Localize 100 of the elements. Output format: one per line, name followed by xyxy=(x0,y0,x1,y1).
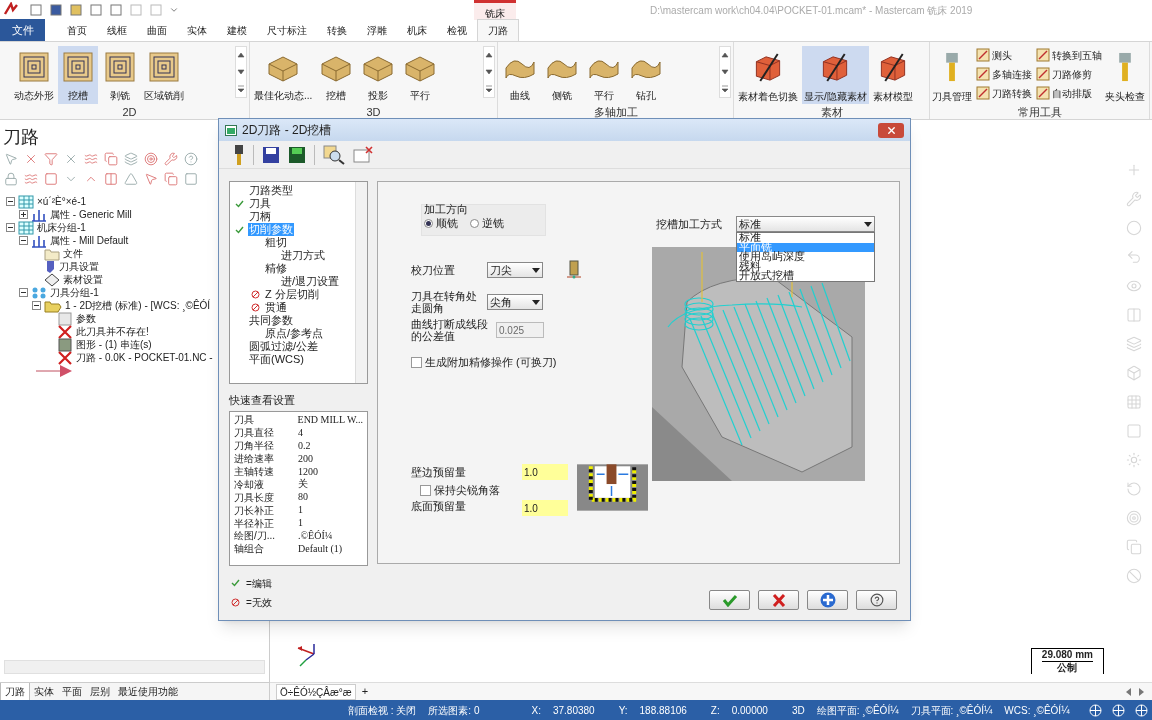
tree-item[interactable]: 刀柄 xyxy=(248,210,272,223)
ribbon-button[interactable]: 挖槽 xyxy=(58,46,98,104)
copy-icon[interactable] xyxy=(1126,539,1142,555)
ribbon-tab[interactable]: 检视 xyxy=(437,19,477,41)
lock-icon[interactable] xyxy=(4,172,18,186)
panel-tab[interactable]: 最近使用功能 xyxy=(114,683,182,700)
ribbon-tab[interactable]: 刀路 xyxy=(477,19,519,41)
ribbon-button[interactable]: 素材模型 xyxy=(870,46,915,104)
ribbon-tab[interactable]: 浮雕 xyxy=(357,19,397,41)
tip-select[interactable]: 刀尖 xyxy=(487,262,543,278)
ribbon-button[interactable]: 剥铣 xyxy=(100,46,140,104)
close-icon[interactable] xyxy=(24,152,38,166)
panel-tab[interactable]: 层别 xyxy=(86,683,114,700)
ribbon-button[interactable]: 投影 xyxy=(358,46,399,104)
view-tab[interactable]: Ö÷ÊÓ½ÇÂæ°æ xyxy=(276,683,356,700)
ribbon-small-button[interactable]: 自动排版 xyxy=(1034,84,1103,102)
triangle-icon[interactable] xyxy=(124,172,138,186)
pocket-type-select[interactable]: 标准 xyxy=(736,216,875,232)
ribbon-tab[interactable]: 实体 xyxy=(177,19,217,41)
cancel-button[interactable] xyxy=(758,590,799,610)
ribbon-small-button[interactable]: 刀路修剪 xyxy=(1034,65,1103,83)
undo-icon[interactable] xyxy=(1126,249,1142,265)
help-icon[interactable] xyxy=(184,152,198,166)
sun-icon[interactable] xyxy=(1126,452,1142,468)
ribbon-tab[interactable]: 机床 xyxy=(397,19,437,41)
ribbon-tab[interactable]: 尺寸标注 xyxy=(257,19,317,41)
columns-icon[interactable] xyxy=(104,172,118,186)
layers-icon[interactable] xyxy=(1126,336,1142,352)
ribbon-small-button[interactable]: 测头 xyxy=(974,46,1033,64)
ribbon-button[interactable]: 素材着色切换 xyxy=(736,46,800,104)
rotate-icon[interactable] xyxy=(1126,481,1142,497)
panel-tab[interactable]: 平面 xyxy=(58,683,86,700)
circle-icon[interactable] xyxy=(1126,220,1142,236)
ribbon-button[interactable]: 挖槽 xyxy=(316,46,357,104)
close-button[interactable] xyxy=(878,122,904,138)
add-button[interactable] xyxy=(807,590,848,610)
add-tab-button[interactable]: + xyxy=(361,683,369,700)
tree-item[interactable]: 素材设置 xyxy=(63,273,103,286)
help-button[interactable] xyxy=(856,590,897,610)
tree-item[interactable]: 刀路 - 0.0K - POCKET-01.NC - xyxy=(76,351,213,364)
ribbon-button[interactable]: 动态外形 xyxy=(12,46,56,104)
globe-icon[interactable] xyxy=(1089,703,1103,717)
tree-item[interactable]: 属性 - Mill Default xyxy=(50,234,129,247)
plus-icon[interactable] xyxy=(1126,162,1142,178)
tree-item[interactable]: 参数 xyxy=(76,312,96,325)
end-mill-icon[interactable] xyxy=(233,143,245,166)
save-icon[interactable] xyxy=(288,145,306,164)
ribbon-button[interactable]: 刀具管理 xyxy=(932,46,973,104)
target-icon[interactable] xyxy=(144,152,158,166)
ok-button[interactable] xyxy=(709,590,750,610)
tree-item[interactable]: 进刀方式 xyxy=(280,249,326,262)
tree-item[interactable]: 平面(WCS) xyxy=(248,353,305,366)
save-icon[interactable] xyxy=(49,3,63,17)
tree-item[interactable]: 刀路类型 xyxy=(248,184,294,197)
redo-icon[interactable] xyxy=(149,3,163,17)
dropdown-option[interactable]: 开放式挖槽 xyxy=(737,271,874,281)
close-icon[interactable] xyxy=(64,152,78,166)
collapse-icon[interactable] xyxy=(32,301,41,310)
panel-tab[interactable]: 实体 xyxy=(30,683,58,700)
caret-icon[interactable] xyxy=(169,5,179,15)
wall-stock-field[interactable]: 1.0 xyxy=(522,464,568,480)
file-tab[interactable]: 文件 xyxy=(0,19,45,41)
tree-item[interactable]: 刀具设置 xyxy=(59,260,99,273)
ribbon-tab[interactable]: 建模 xyxy=(217,19,257,41)
copy-icon[interactable] xyxy=(164,172,178,186)
page-icon[interactable] xyxy=(29,3,43,17)
tree-item[interactable]: 刀具分组-1 xyxy=(50,286,99,299)
tree-item[interactable]: 机床分组-1 xyxy=(37,221,86,234)
waves-icon[interactable] xyxy=(84,152,98,166)
tree-item[interactable]: 图形 - (1) 串连(s) xyxy=(76,338,152,351)
ribbon-tab[interactable]: 线框 xyxy=(97,19,137,41)
radio-button[interactable]: 逆铣 xyxy=(470,217,504,229)
copy-icon[interactable] xyxy=(104,152,118,166)
globe-icon[interactable] xyxy=(1135,703,1149,717)
wrench-icon[interactable] xyxy=(164,152,178,166)
printer-icon[interactable] xyxy=(89,3,103,17)
dropdown-option[interactable]: 使用岛屿深度 xyxy=(737,252,874,262)
ribbon-tab[interactable]: 首页 xyxy=(57,19,97,41)
tree-item[interactable]: 进/退刀设置 xyxy=(280,275,341,288)
horizontal-scrollbar[interactable] xyxy=(4,660,265,674)
tree-item[interactable]: 刀具 xyxy=(248,197,272,210)
panel-tab[interactable]: 刀路 xyxy=(0,683,30,700)
ribbon-button[interactable]: 曲线 xyxy=(500,46,540,104)
collapse-icon[interactable] xyxy=(19,288,28,297)
tree-item[interactable]: 粗切 xyxy=(264,236,288,249)
ribbon-button[interactable]: 最佳化动态... xyxy=(252,46,315,104)
ribbon-small-button[interactable]: 多轴连接 xyxy=(974,65,1033,83)
cube-icon[interactable] xyxy=(1126,365,1142,381)
ribbon-button[interactable]: 侧铣 xyxy=(542,46,582,104)
globe-icon[interactable] xyxy=(1112,703,1126,717)
square-icon[interactable] xyxy=(184,172,198,186)
filter-icon[interactable] xyxy=(44,152,58,166)
save-icon[interactable] xyxy=(262,145,280,164)
tree-item[interactable]: 1 - 2D挖槽 (标准) - [WCS: ¸©ÊÓÍ xyxy=(65,299,211,312)
tree-item[interactable]: 属性 - Generic Mill xyxy=(50,208,132,221)
radio-button[interactable]: 顺铣 xyxy=(424,217,458,229)
tree-item[interactable]: 此刀具并不存在! xyxy=(76,325,149,338)
corner-select[interactable]: 尖角 xyxy=(487,294,543,310)
tree-item[interactable]: 文件 xyxy=(63,247,83,260)
magnifier-icon[interactable] xyxy=(323,144,345,165)
